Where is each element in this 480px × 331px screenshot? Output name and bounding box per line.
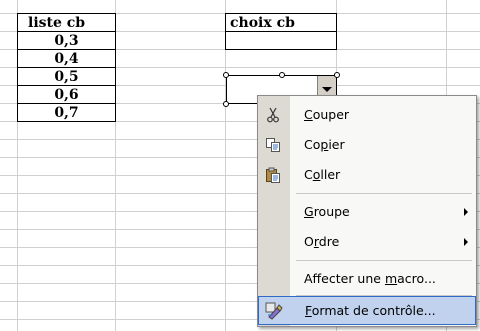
list-value-cell[interactable]: 0,4 — [17, 49, 116, 68]
menu-item-label: Couper — [304, 107, 350, 122]
format-control-icon — [265, 302, 283, 320]
list-value-cell[interactable]: 0,5 — [17, 67, 116, 86]
menu-item-copier[interactable]: Copier — [258, 130, 476, 160]
menu-separator — [296, 260, 472, 261]
menu-item-label: Coller — [304, 167, 341, 182]
choice-header-cell[interactable]: choix cb — [225, 13, 337, 32]
paste-icon — [264, 166, 282, 184]
context-menu: Couper Copier Coller Groupe Ordre Affect… — [257, 95, 477, 327]
submenu-arrow-icon — [464, 238, 468, 246]
menu-item-format-controle[interactable]: Format de contrôle... — [258, 296, 476, 325]
copy-icon — [264, 136, 282, 154]
menu-separator — [296, 193, 472, 194]
list-value-cell[interactable]: 0,6 — [17, 85, 116, 104]
menu-item-affecter-macro[interactable]: Affecter une macro... — [258, 264, 476, 294]
menu-item-label: Ordre — [304, 234, 340, 249]
chevron-down-icon — [322, 87, 332, 92]
list-header-cell[interactable]: liste cb — [17, 13, 116, 32]
resize-handle[interactable] — [334, 72, 340, 78]
submenu-arrow-icon — [464, 208, 468, 216]
resize-handle[interactable] — [223, 101, 229, 107]
menu-item-ordre[interactable]: Ordre — [258, 227, 476, 257]
scissors-icon — [264, 106, 282, 124]
menu-item-label: Format de contrôle... — [305, 303, 436, 318]
menu-item-couper[interactable]: Couper — [258, 100, 476, 130]
menu-item-label: Copier — [304, 137, 345, 152]
menu-item-label: Groupe — [304, 204, 350, 219]
list-value-cell[interactable]: 0,7 — [17, 103, 116, 122]
menu-item-groupe[interactable]: Groupe — [258, 197, 476, 227]
resize-handle[interactable] — [223, 72, 229, 78]
choice-value-cell[interactable] — [225, 31, 337, 50]
resize-handle[interactable] — [279, 72, 285, 78]
menu-item-coller[interactable]: Coller — [258, 160, 476, 190]
list-value-cell[interactable]: 0,3 — [17, 31, 116, 50]
menu-item-label: Affecter une macro... — [304, 271, 436, 286]
